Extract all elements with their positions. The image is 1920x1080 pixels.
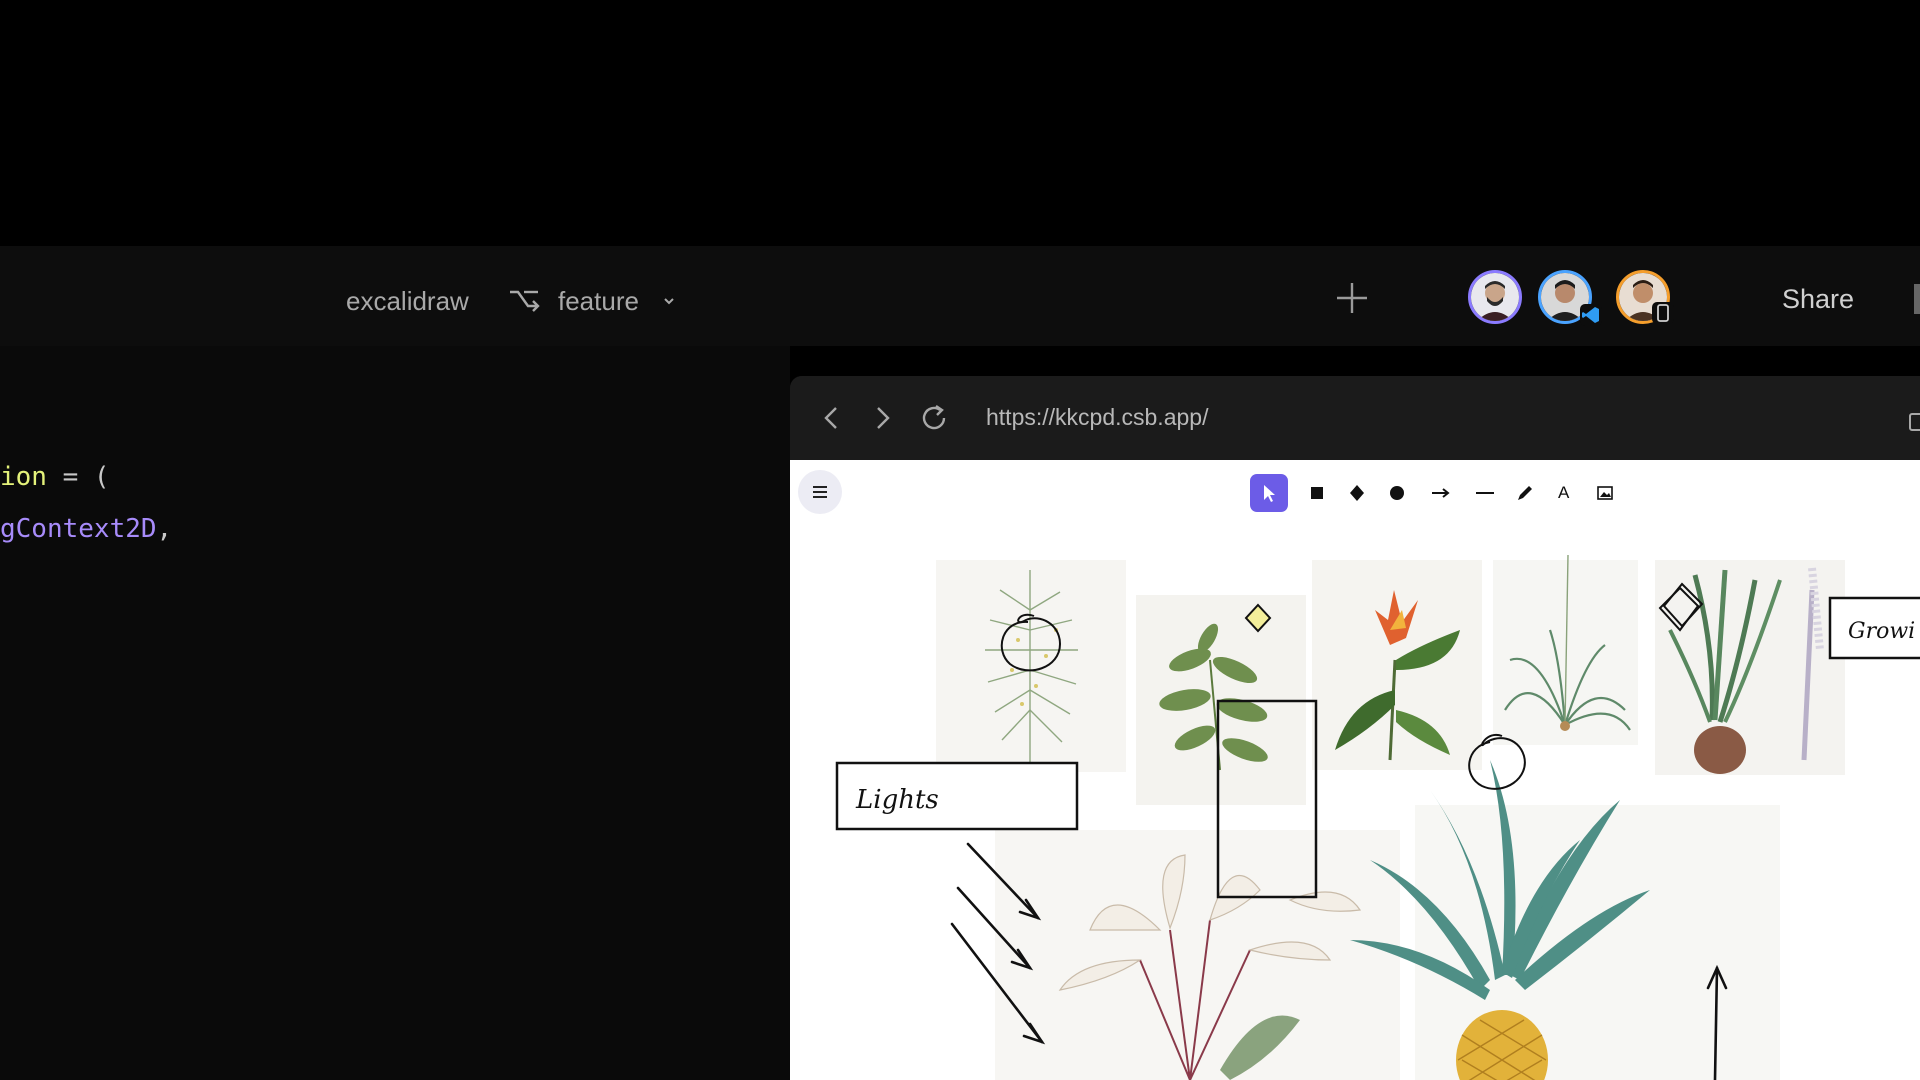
vscode-icon: [1580, 304, 1602, 326]
code-token: ion: [0, 462, 47, 492]
preview-url-bar: https://kkcpd.csb.app/: [790, 376, 1920, 460]
code-line: ion = (: [0, 462, 110, 492]
top-black-area: [0, 0, 1920, 246]
forward-icon[interactable]: [866, 402, 898, 434]
code-token: gContext2D: [0, 514, 157, 544]
preview-panel: https://kkcpd.csb.app/ A Growi Lights: [790, 376, 1920, 1080]
url-field[interactable]: https://kkcpd.csb.app/: [986, 404, 1208, 431]
label-growing: Growi: [1848, 619, 1915, 644]
plant-image-asparagus: [936, 560, 1126, 772]
repo-name[interactable]: excalidraw: [346, 286, 469, 317]
excalidraw-canvas[interactable]: A Growi Lights: [790, 460, 1920, 1080]
open-external-icon[interactable]: [1908, 406, 1920, 432]
header-edge-control[interactable]: [1914, 284, 1920, 314]
code-line: gContext2D,: [0, 514, 172, 544]
branch-icon: [510, 290, 540, 312]
chevron-down-icon[interactable]: [662, 294, 676, 308]
plus-icon[interactable]: [1334, 280, 1370, 316]
avatar[interactable]: [1468, 270, 1522, 324]
phone-icon: [1652, 302, 1674, 324]
branch-name[interactable]: feature: [558, 286, 639, 317]
label-lights: Lights: [855, 785, 939, 815]
code-token: = (: [46, 462, 110, 492]
share-button[interactable]: Share: [1782, 284, 1854, 315]
code-editor[interactable]: [0, 346, 790, 1080]
canvas-drawing: Growi Lights: [835, 554, 1920, 1080]
code-token: ,: [156, 514, 173, 544]
reload-icon[interactable]: [918, 402, 950, 434]
plant-image-lily: [995, 830, 1400, 1080]
back-icon[interactable]: [816, 402, 848, 434]
